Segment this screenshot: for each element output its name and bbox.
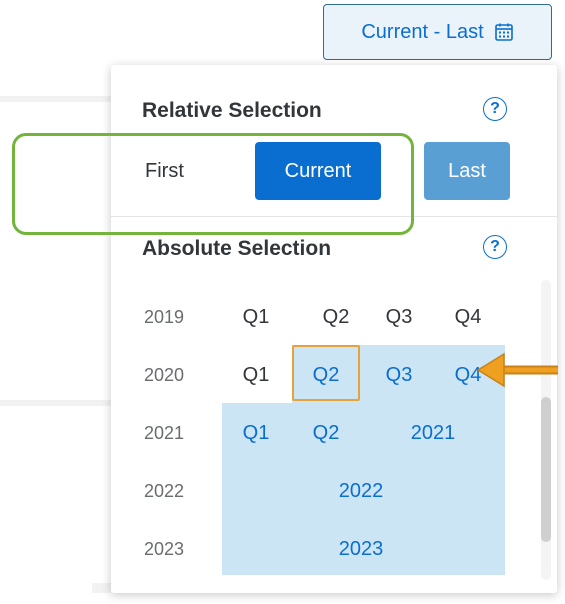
calendar-icon[interactable] [494,22,514,42]
absolute-selection-title: Absolute Selection [142,237,332,260]
cell-2019-q3[interactable]: Q3 [379,306,419,329]
year-label-2020: 2020 [144,365,185,385]
relative-option-last[interactable]: Last [424,142,510,200]
section-divider [111,216,557,217]
cell-2020-q3[interactable]: Q3 [379,364,419,387]
cell-2019-q2[interactable]: Q2 [316,306,356,329]
year-label-2023: 2023 [144,539,185,559]
relative-option-current[interactable]: Current [255,142,381,200]
date-selection-popover: Relative Selection ? First Current Last … [111,65,557,593]
trigger-label: Current - Last [361,20,484,43]
cell-2021-q1[interactable]: Q1 [236,422,276,445]
background-page-strip [92,583,111,593]
cell-2020-q1[interactable]: Q1 [236,364,276,387]
year-label-2021: 2021 [144,423,185,443]
relative-selection-title: Relative Selection [142,99,322,122]
cell-2023-year[interactable]: 2023 [321,538,401,561]
scrollbar-thumb[interactable] [541,397,551,542]
cell-2020-q4[interactable]: Q4 [448,364,488,387]
year-label-2022: 2022 [144,481,185,501]
page: Current - Last Relative Selection ? Firs… [0,0,565,604]
cell-2021-q2[interactable]: Q2 [306,422,346,445]
cell-2022-year[interactable]: 2022 [321,480,401,503]
background-page-strip [0,96,111,102]
date-range-trigger-button[interactable]: Current - Last [323,4,552,60]
cell-2020-q2[interactable]: Q2 [306,364,346,387]
year-label-2019: 2019 [144,307,185,327]
background-page-strip [0,400,111,406]
relative-option-first[interactable]: First [145,160,184,183]
cell-2021-year[interactable]: 2021 [396,422,470,445]
cell-2019-q1[interactable]: Q1 [236,306,276,329]
absolute-help-icon[interactable]: ? [483,235,507,259]
cell-2019-q4[interactable]: Q4 [448,306,488,329]
relative-help-icon[interactable]: ? [483,97,507,121]
